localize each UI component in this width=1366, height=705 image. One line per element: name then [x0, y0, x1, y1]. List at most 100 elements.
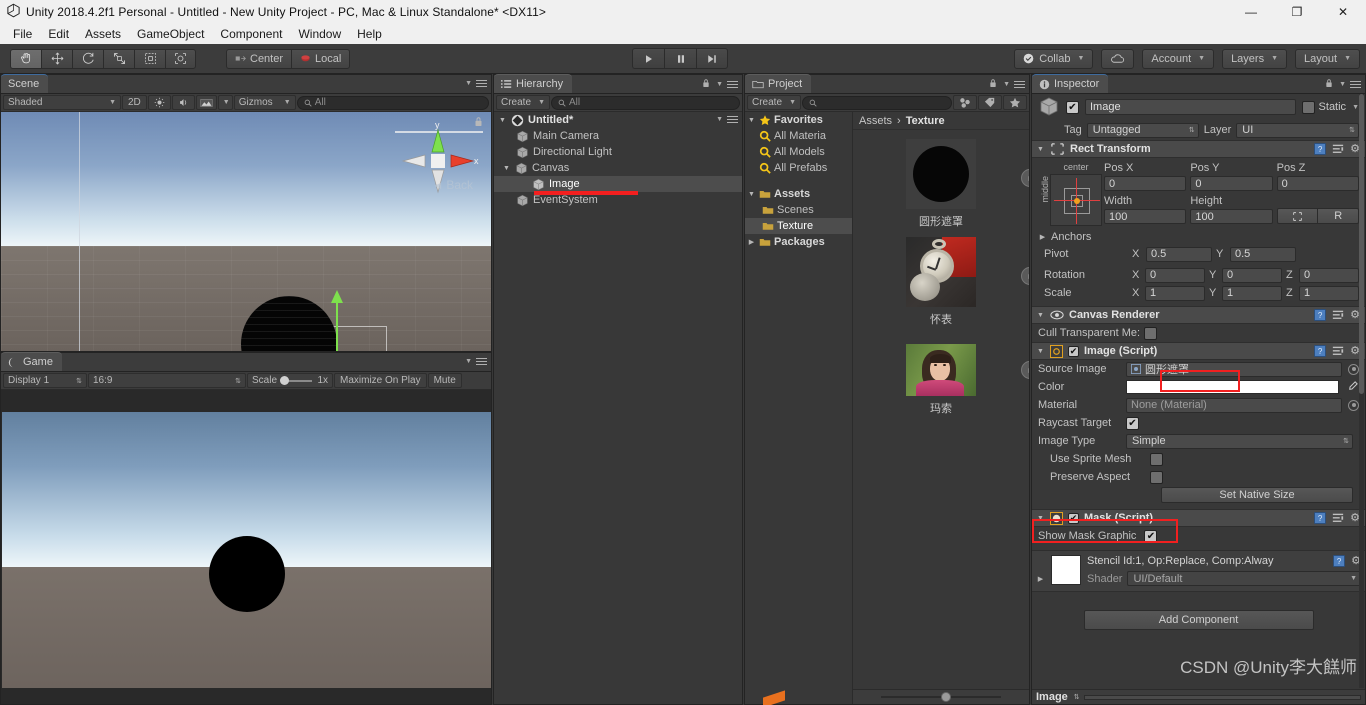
material-field[interactable]: None (Material) [1126, 397, 1342, 413]
hierarchy-item-image[interactable]: Image [494, 176, 742, 195]
set-native-size-button[interactable]: Set Native Size [1161, 487, 1353, 503]
asset-item-pocket-watch[interactable]: 怀表 [853, 237, 1029, 327]
maximize-on-play-button[interactable]: Maximize On Play [334, 373, 427, 388]
chevron-down-icon[interactable]: ▼ [1003, 81, 1010, 88]
transform-tool-button[interactable] [165, 48, 196, 69]
tab-hierarchy[interactable]: Hierarchy [494, 74, 573, 93]
expand-triangle-icon[interactable]: ▼ [502, 165, 511, 172]
panel-menu-icon[interactable] [476, 78, 487, 89]
scene-search-input[interactable]: All [296, 95, 489, 110]
gameobject-name-field[interactable]: Image [1085, 99, 1296, 115]
layout-button[interactable]: Layout ▼ [1295, 48, 1360, 69]
blueprint-mode-button[interactable] [1276, 208, 1319, 224]
expand-triangle-icon[interactable]: ▼ [1036, 146, 1045, 153]
scale-z-field[interactable]: 1 [1298, 285, 1359, 301]
component-header-image-script[interactable]: ▼ ✔ Image (Script) ? ⚙ [1032, 342, 1365, 360]
project-tree-scenes[interactable]: Scenes [745, 202, 852, 218]
pos-z-field[interactable]: 0 [1276, 176, 1359, 191]
color-swatch[interactable] [1126, 380, 1339, 394]
width-field[interactable]: 100 [1104, 209, 1187, 224]
mask-script-enabled-checkbox[interactable]: ✔ [1068, 512, 1079, 524]
account-button[interactable]: Account ▼ [1142, 48, 1215, 69]
scale-tool-button[interactable] [103, 48, 134, 69]
material-picker-button[interactable] [1348, 399, 1359, 411]
panel-menu-icon[interactable] [1014, 79, 1025, 90]
project-create-button[interactable]: Create ▼ [747, 95, 801, 110]
hierarchy-search-input[interactable]: All [551, 95, 740, 110]
chevron-down-icon[interactable]: ▼ [716, 81, 723, 88]
scene-row-menu[interactable]: ▼ [714, 114, 738, 125]
pos-x-field[interactable]: 0 [1104, 176, 1187, 191]
component-header-mask-script[interactable]: ▼ ✔ Mask (Script) ? ⚙ [1032, 509, 1365, 527]
component-header-canvas-renderer[interactable]: ▼ Canvas Renderer ? ⚙ [1032, 306, 1365, 324]
anchors-foldout[interactable]: ▶ Anchors [1032, 229, 1365, 245]
shading-mode-dropdown[interactable]: Shaded ▼ [3, 95, 121, 110]
expand-triangle-icon[interactable]: ▼ [498, 117, 507, 124]
project-tree-all-materials[interactable]: All Materia [745, 128, 852, 144]
hierarchy-scene-root[interactable]: ▼ Untitled* ▼ [494, 112, 742, 128]
source-image-field[interactable]: 圆形遮罩 [1126, 361, 1342, 377]
2d-toggle-button[interactable]: 2D [122, 95, 147, 110]
expand-triangle-icon[interactable]: ▶ [1036, 575, 1045, 583]
hierarchy-item-main-camera[interactable]: Main Camera [494, 128, 742, 144]
help-icon[interactable]: ? [1314, 512, 1327, 524]
move-gizmo-y-axis[interactable] [336, 295, 338, 351]
rotation-y-field[interactable]: 0 [1221, 267, 1282, 283]
lighting-toggle-button[interactable] [147, 95, 171, 110]
move-gizmo-y-arrow[interactable] [331, 290, 343, 303]
use-sprite-mesh-checkbox[interactable] [1150, 452, 1163, 466]
play-button[interactable] [632, 48, 664, 69]
image-script-enabled-checkbox[interactable]: ✔ [1068, 345, 1079, 357]
scene-viewport[interactable]: y x ◄ Back [1, 112, 491, 351]
filter-by-label-button[interactable] [978, 95, 1002, 110]
close-button[interactable]: ✕ [1320, 0, 1366, 24]
asset-preview-button[interactable] [1021, 361, 1029, 379]
scale-y-field[interactable]: 1 [1221, 285, 1282, 301]
effects-toggle-button[interactable] [195, 95, 217, 110]
scale-x-field[interactable]: 1 [1144, 285, 1205, 301]
hierarchy-create-button[interactable]: Create ▼ [496, 95, 550, 110]
project-lock-icon[interactable] [989, 78, 997, 91]
help-icon[interactable]: ? [1314, 345, 1327, 357]
tab-scene[interactable]: Scene [1, 74, 49, 93]
asset-size-slider-knob[interactable] [941, 692, 951, 702]
aspect-dropdown[interactable]: 16:9 ⇅ [88, 373, 246, 388]
project-tree-all-prefabs[interactable]: All Prefabs [745, 160, 852, 176]
menu-assets[interactable]: Assets [78, 25, 128, 43]
menu-window[interactable]: Window [291, 25, 348, 43]
effects-dropdown-button[interactable]: ▼ [217, 95, 233, 110]
scale-slider-knob[interactable] [280, 375, 290, 385]
pivot-mode-button[interactable]: Center [226, 48, 292, 69]
expand-triangle-icon[interactable]: ▼ [747, 191, 756, 198]
asset-preview-button[interactable] [1021, 267, 1029, 285]
menu-help[interactable]: Help [350, 25, 389, 43]
preset-icon[interactable] [1332, 345, 1344, 357]
collab-button[interactable]: Collab ▼ [1014, 48, 1094, 69]
save-search-button[interactable] [1003, 95, 1027, 110]
audio-toggle-button[interactable] [171, 95, 195, 110]
chevron-down-icon[interactable]: ▼ [1352, 104, 1359, 111]
chevron-down-icon[interactable]: ▼ [1339, 81, 1346, 88]
asset-preview-button[interactable] [1021, 169, 1029, 187]
asset-size-slider[interactable] [853, 689, 1029, 704]
layer-dropdown[interactable]: UI ⇅ [1236, 122, 1359, 138]
tab-inspector[interactable]: Inspector [1032, 74, 1109, 93]
hierarchy-item-directional-light[interactable]: Directional Light [494, 144, 742, 160]
menu-component[interactable]: Component [213, 25, 289, 43]
inspector-scrollbar[interactable] [1359, 94, 1364, 688]
updown-arrow-icon[interactable]: ⇅ [1074, 693, 1080, 701]
component-header-rect-transform[interactable]: ▼ Rect Transform ? ⚙ [1032, 140, 1365, 158]
pivot-y-field[interactable]: 0.5 [1230, 246, 1296, 262]
minimize-button[interactable]: — [1228, 0, 1274, 24]
chevron-down-icon[interactable]: ▼ [465, 80, 472, 87]
asset-item-girl-photo[interactable]: 玛索 [853, 335, 1029, 416]
menu-gameobject[interactable]: GameObject [130, 25, 211, 43]
static-checkbox[interactable] [1301, 100, 1315, 114]
menu-edit[interactable]: Edit [41, 25, 76, 43]
breadcrumb-root[interactable]: Assets [859, 115, 892, 127]
rotation-mode-button[interactable]: Local [291, 48, 351, 69]
step-button[interactable] [696, 48, 728, 69]
gameobject-active-checkbox[interactable]: ✔ [1066, 100, 1079, 114]
hand-tool-button[interactable] [10, 48, 41, 69]
hierarchy-lock-icon[interactable] [702, 78, 710, 91]
